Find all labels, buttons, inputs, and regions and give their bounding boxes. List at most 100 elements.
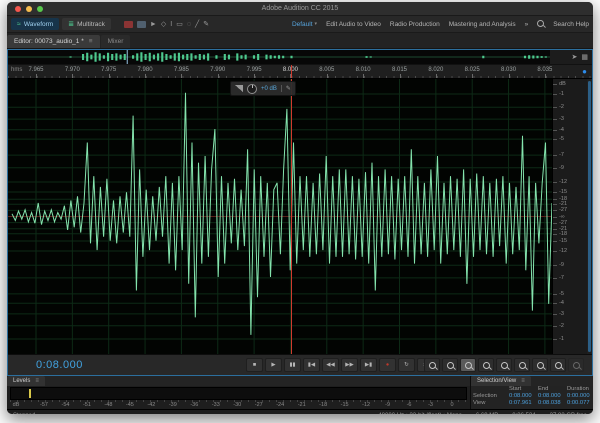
db-tick-mark	[553, 278, 557, 279]
spectral-frequency-display-button[interactable]	[124, 21, 133, 28]
ruler-tick-mark	[545, 74, 546, 78]
file-format-info: 48000 Hz • 32-bit (float) • Mono	[378, 413, 462, 415]
waveform-canvas[interactable]: +0 dB ✎	[8, 79, 552, 354]
zoom-in-time-button[interactable]	[460, 358, 476, 372]
record-button[interactable]: ●	[379, 358, 396, 372]
workspace-default-menu[interactable]: Default	[292, 21, 313, 28]
db-label-top--4: -4	[559, 127, 564, 133]
zoom-full-button[interactable]	[496, 358, 512, 372]
hud-edit-icon[interactable]: ✎	[281, 85, 291, 92]
rewind-button[interactable]: ◀◀	[322, 358, 339, 372]
meter-scale-label--27: -27	[255, 402, 263, 408]
skip-to-end-button[interactable]: ▶▮	[360, 358, 377, 372]
ruler-tick-7.990: 7.990	[203, 67, 233, 73]
vertical-scrollbar[interactable]	[587, 79, 592, 354]
zoom-in-at-in-point-button[interactable]	[514, 358, 530, 372]
pause-button[interactable]: ▮▮	[284, 358, 301, 372]
zoom-out-time-button[interactable]	[478, 358, 494, 372]
magnifier-icon	[555, 362, 562, 369]
db-label-top--21: -21	[559, 201, 567, 207]
playhead-time-display[interactable]: 0:08.000	[36, 359, 83, 371]
levels-tab[interactable]: Levels ≡	[7, 376, 45, 386]
fast-forward-button[interactable]: ▶▶	[341, 358, 358, 372]
volume-knob-icon[interactable]	[247, 84, 257, 94]
grid-settings-icon[interactable]: ▦	[581, 53, 588, 61]
titlebar: Adobe Audition CC 2015	[7, 2, 593, 16]
hud-panel[interactable]: +0 dB ✎	[230, 81, 296, 96]
lasso-selection-tool-button[interactable]: ◌	[187, 21, 191, 28]
db-label-bottom--9: -9	[559, 262, 564, 268]
paintbrush-selection-tool-button[interactable]: ╱	[195, 20, 199, 28]
workspace-item-radio-production[interactable]: Radio Production	[390, 21, 440, 28]
selection-end-value[interactable]: 0:08.000	[538, 393, 567, 400]
view-start-value[interactable]: 0:07.961	[509, 400, 538, 407]
db-tick-mark	[553, 303, 557, 304]
editor-tab[interactable]: Editor: 00073_audio_1 * ≡	[7, 35, 100, 48]
view-duration-value[interactable]: 0:00.077	[567, 400, 593, 407]
playhead-handle-icon[interactable]: ●	[582, 67, 587, 76]
waveform-icon: ≈	[17, 21, 21, 28]
panel-menu-icon[interactable]: ≡	[89, 38, 93, 45]
ruler-tick-mark	[218, 74, 219, 78]
overview-waveform[interactable]	[8, 50, 550, 64]
db-label-top--15: -15	[559, 189, 567, 195]
move-tool-button[interactable]: ►	[150, 21, 157, 28]
selection-view-panel: Selection/View ≡ Start End Duration Sele…	[471, 376, 593, 409]
waveform-view-button[interactable]: ≈ Waveform	[11, 18, 59, 30]
hud-gain-value[interactable]: +0 dB	[261, 86, 277, 92]
ruler-tick-7.975: 7.975	[94, 67, 124, 73]
db-label-top--2: -2	[559, 104, 564, 110]
ruler-tick-mark	[36, 74, 37, 78]
spectral-pitch-display-button[interactable]	[137, 21, 146, 28]
skip-to-start-button[interactable]: ▮◀	[303, 358, 320, 372]
timeline-ruler[interactable]: hms ● 7.9657.9707.9757.9807.9857.9907.99…	[8, 64, 592, 79]
marquee-selection-tool-button[interactable]: ▭	[176, 20, 183, 28]
zoom-out-amplitude-button[interactable]	[442, 358, 458, 372]
db-label-bottom--2: -2	[559, 323, 564, 329]
workspace-overflow-button[interactable]: »	[525, 21, 529, 28]
db-label-bottom--15: -15	[559, 238, 567, 244]
loop-playback-button[interactable]: ↻	[398, 358, 415, 372]
ruler-tick-mark	[400, 74, 401, 78]
levels-menu-icon[interactable]: ≡	[35, 378, 39, 384]
workspace-item-mastering-analysis[interactable]: Mastering and Analysis	[449, 21, 516, 28]
ruler-tick-mark	[472, 74, 473, 78]
selection-duration-value[interactable]: 0:00.000	[567, 393, 593, 400]
amplitude-scale[interactable]: dB-1-1-2-2-3-3-4-4-5-5-7-7-9-9-12-12-15-…	[552, 79, 587, 354]
volume-fader-icon[interactable]	[235, 85, 243, 92]
playhead-line[interactable]	[291, 79, 292, 354]
zoom-reset-button[interactable]	[568, 358, 584, 372]
play-button[interactable]: ▶	[265, 358, 282, 372]
waveform-display: +0 dB ✎ dB-1-1-2-2-3-3-4-4-5-5-7-7-9-9-1…	[8, 79, 592, 354]
time-selection-tool-button[interactable]: I	[170, 21, 172, 28]
ruler-tick-8.010: 8.010	[348, 67, 378, 73]
scrollbar-thumb[interactable]	[588, 81, 591, 352]
search-icon[interactable]	[537, 20, 544, 29]
workspace-item-edit-audio-to-video[interactable]: Edit Audio to Video	[326, 21, 381, 28]
spot-healing-brush-tool-button[interactable]: ✎	[203, 20, 209, 28]
magnifier-icon	[447, 362, 454, 369]
overview-controls: ➤ ▦	[550, 50, 592, 64]
navigate-pointer-icon[interactable]: ➤	[572, 53, 578, 61]
db-tick-mark	[553, 294, 557, 295]
stop-button[interactable]: ■	[246, 358, 263, 372]
mixer-tab[interactable]: Mixer	[101, 35, 131, 48]
window-title: Adobe Audition CC 2015	[7, 5, 593, 12]
level-meter-scale: dB-57-54-51-48-45-42-39-36-33-30-27-24-2…	[10, 400, 467, 409]
zoom-to-selection-button[interactable]	[550, 358, 566, 372]
razor-tool-button[interactable]: ◇	[161, 20, 166, 28]
selection-view-tab[interactable]: Selection/View ≡	[471, 376, 531, 386]
ruler-playhead-line[interactable]	[291, 65, 292, 78]
selection-start-value[interactable]: 0:08.000	[509, 393, 538, 400]
meter-scale-label--54: -54	[61, 402, 69, 408]
levels-header: Levels ≡	[7, 376, 470, 386]
zoom-in-at-out-point-button[interactable]	[532, 358, 548, 372]
view-end-value[interactable]: 0:08.038	[538, 400, 567, 407]
multitrack-view-button[interactable]: ≣ Multitrack	[62, 18, 111, 30]
zoom-in-amplitude-button[interactable]	[424, 358, 440, 372]
search-help-label[interactable]: Search Help	[553, 21, 589, 28]
overview-navigator[interactable]: ➤ ▦	[8, 50, 592, 64]
ruler-tick-7.985: 7.985	[166, 67, 196, 73]
selection-view-menu-icon[interactable]: ≡	[521, 378, 525, 384]
level-meter-indicator	[29, 389, 31, 398]
